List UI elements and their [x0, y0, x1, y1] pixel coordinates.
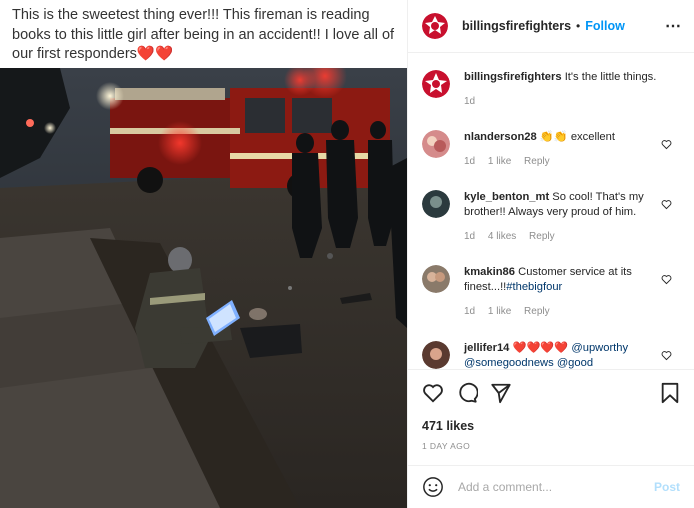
share-icon[interactable]: [490, 382, 512, 404]
post-comment-button[interactable]: Post: [654, 480, 680, 494]
image-caption-area: This is the sweetest thing ever!!! This …: [0, 0, 407, 68]
reply-button[interactable]: Reply: [524, 156, 550, 167]
post-header: billingsfirefighters • Follow ⋯: [408, 0, 694, 53]
user-avatar[interactable]: [422, 130, 450, 158]
comment-text: 👏👏 excellent: [539, 131, 615, 143]
instagram-post: This is the sweetest thing ever!!! This …: [0, 0, 694, 508]
caption-time[interactable]: 1d: [464, 96, 475, 107]
comment-icon[interactable]: [456, 382, 478, 404]
user-avatar[interactable]: [422, 190, 450, 218]
post-caption: billingsfirefighters It's the little thi…: [422, 70, 684, 109]
post-date[interactable]: 1 DAY AGO: [422, 441, 470, 451]
more-options-icon[interactable]: ⋯: [665, 16, 682, 36]
comment-username[interactable]: jellifer14: [464, 342, 509, 354]
post-actions: 471 likes 1 DAY AGO: [408, 369, 694, 480]
header-separator: •: [576, 19, 581, 33]
heart-icon[interactable]: [661, 350, 672, 361]
heart-icon[interactable]: [661, 199, 672, 210]
comment-username[interactable]: kyle_benton_mt: [464, 191, 549, 203]
comment-username[interactable]: kmakin86: [464, 266, 515, 278]
comment-likes[interactable]: 1 like: [488, 156, 511, 167]
comment-likes[interactable]: 1 like: [488, 306, 511, 317]
header-username[interactable]: billingsfirefighters: [462, 19, 571, 33]
heart-icon[interactable]: [661, 274, 672, 285]
image-caption-text: This is the sweetest thing ever!!! This …: [12, 7, 395, 62]
comment-likes[interactable]: 4 likes: [488, 231, 516, 242]
likes-count[interactable]: 471 likes: [422, 419, 474, 433]
comment-text: ❤️❤️❤️❤️: [512, 342, 569, 354]
caption-username[interactable]: billingsfirefighters: [464, 71, 562, 83]
comment-item: jellifer14 ❤️❤️❤️❤️ @upworthy @somegoodn…: [422, 341, 684, 369]
comment-item: kmakin86 Customer service at its finest.…: [422, 265, 684, 319]
street-scene-photo: [0, 68, 407, 508]
comment-time[interactable]: 1d: [464, 156, 475, 167]
comment-item: nlanderson28 👏👏 excellent 1d 1 like Repl…: [422, 130, 684, 169]
user-avatar[interactable]: [422, 341, 450, 369]
heart-icon[interactable]: [422, 382, 444, 404]
bookmark-icon[interactable]: [660, 382, 680, 404]
comments-list[interactable]: billingsfirefighters It's the little thi…: [408, 53, 694, 369]
comment-username[interactable]: nlanderson28: [464, 131, 537, 143]
post-side-panel: billingsfirefighters • Follow ⋯ billings…: [407, 0, 694, 508]
fire-department-logo-icon[interactable]: [422, 70, 450, 98]
heart-icon[interactable]: [661, 139, 672, 150]
comment-input[interactable]: [456, 479, 654, 495]
caption-text: It's the little things.: [564, 71, 657, 83]
comment-item: kyle_benton_mt So cool! That's my brothe…: [422, 190, 684, 244]
post-image[interactable]: This is the sweetest thing ever!!! This …: [0, 0, 407, 508]
hashtag-link[interactable]: #thebigfour: [506, 281, 562, 293]
emoji-icon[interactable]: [422, 476, 444, 498]
add-comment-bar: Post: [408, 465, 694, 508]
mention-link[interactable]: @upworthy: [571, 342, 628, 354]
mention-link[interactable]: @somegoodnews @good: [464, 357, 593, 369]
follow-button[interactable]: Follow: [585, 19, 625, 33]
user-avatar[interactable]: [422, 265, 450, 293]
reply-button[interactable]: Reply: [524, 306, 550, 317]
comment-time[interactable]: 1d: [464, 306, 475, 317]
reply-button[interactable]: Reply: [529, 231, 555, 242]
comment-time[interactable]: 1d: [464, 231, 475, 242]
fire-department-logo-icon[interactable]: [422, 13, 448, 39]
